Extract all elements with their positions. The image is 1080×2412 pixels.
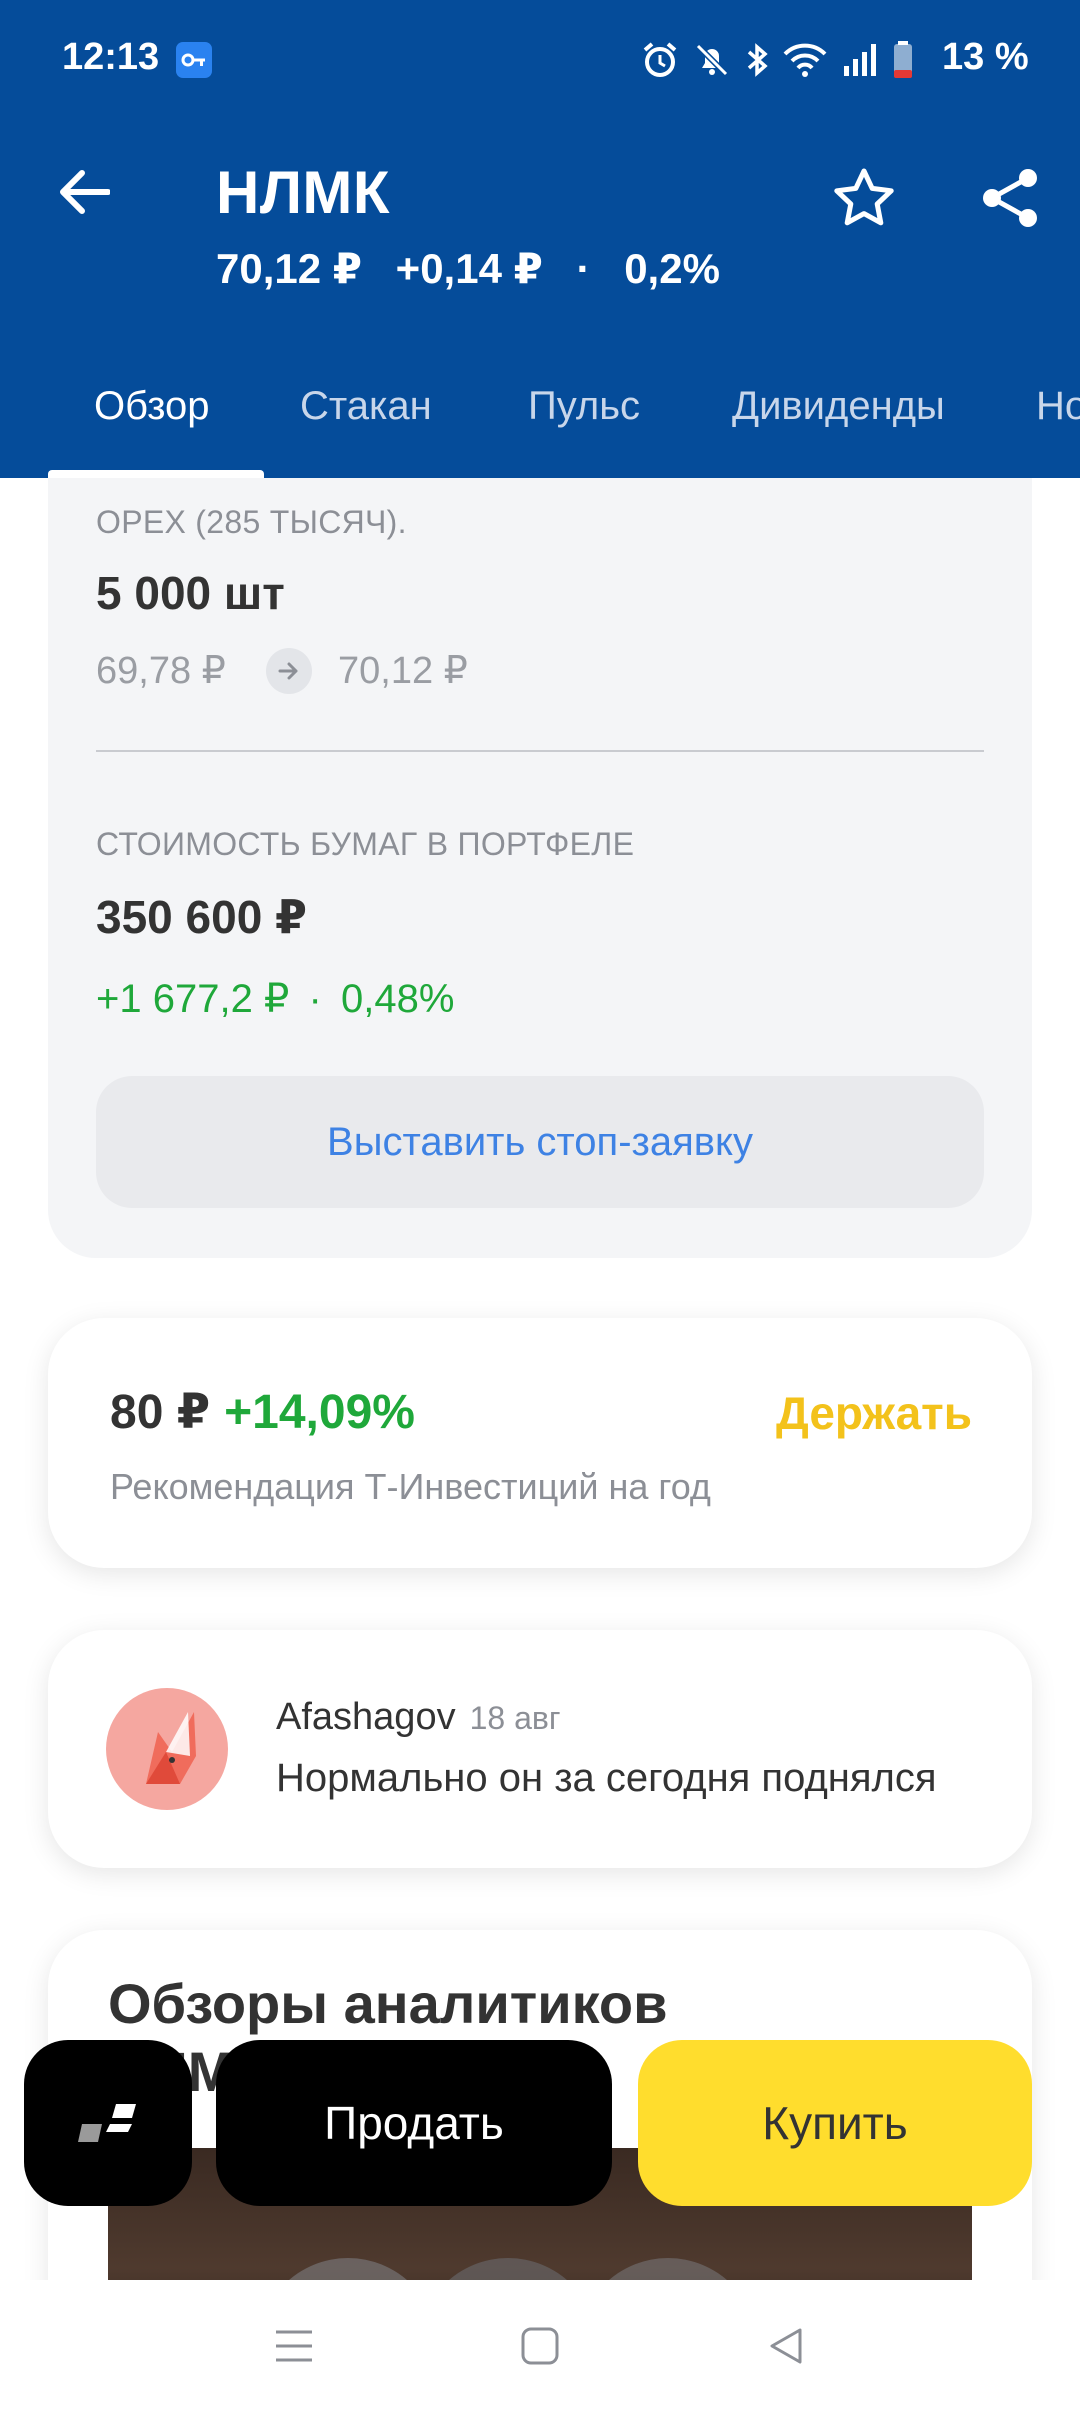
target-price: 80 ₽ xyxy=(110,1386,211,1439)
price-change-pct: 0,2% xyxy=(624,245,720,292)
tab-dividends[interactable]: Дивиденды xyxy=(732,384,945,429)
target-upside: +14,09% xyxy=(224,1386,415,1439)
post-author[interactable]: Afashagov xyxy=(276,1696,456,1738)
sell-button[interactable]: Продать xyxy=(216,2040,612,2206)
tab-order-book[interactable]: Стакан xyxy=(300,384,432,429)
system-nav-bar xyxy=(0,2280,1080,2412)
square-icon xyxy=(521,2327,559,2365)
arrow-right-icon xyxy=(266,648,312,694)
tab-news[interactable]: Но xyxy=(1036,384,1080,429)
post-date: 18 авг xyxy=(469,1700,561,1736)
app-header: 12:13 13 % НЛМК 70,12 ₽ +0,14 ₽ · 0,2% О… xyxy=(0,0,1080,478)
nav-back-button[interactable] xyxy=(750,2310,822,2382)
tiles-icon xyxy=(78,2104,136,2142)
post-text: Нормально он за сегодня поднялся xyxy=(276,1756,937,1800)
price-change-abs: +0,14 ₽ xyxy=(395,245,543,292)
stop-order-button[interactable]: Выставить стоп-заявку xyxy=(96,1076,984,1208)
recommendation-card[interactable]: 80 ₽ +14,09% Держать Рекомендация Т-Инвес… xyxy=(48,1318,1032,1568)
portfolio-value-caption: СТОИМОСТЬ БУМАГ В ПОРТФЕЛЕ xyxy=(96,826,635,862)
menu-lines-icon xyxy=(276,2330,312,2362)
active-tab-indicator xyxy=(48,470,264,478)
share-button[interactable] xyxy=(972,160,1048,236)
recent-apps-button[interactable] xyxy=(258,2310,330,2382)
gain-abs: +1 677,2 ₽ xyxy=(96,977,290,1021)
portfolio-value: 350 600 ₽ xyxy=(96,891,308,943)
target-price-row: 80 ₽ +14,09% xyxy=(110,1384,415,1440)
wifi-icon xyxy=(783,43,827,77)
tab-overview[interactable]: Обзор xyxy=(94,384,210,429)
fox-avatar-icon xyxy=(146,1712,196,1784)
status-icons xyxy=(640,38,914,82)
analysts-title-line1: Обзоры аналитиков xyxy=(108,1972,668,2035)
page-title: НЛМК xyxy=(216,159,391,226)
arrow-left-icon xyxy=(60,170,110,214)
bluetooth-icon xyxy=(747,43,768,77)
battery-icon xyxy=(894,41,912,78)
battery-percent: 13 % xyxy=(942,36,1029,78)
status-time: 12:13 xyxy=(62,36,160,78)
recommendation-subtitle: Рекомендация Т-Инвестиций на год xyxy=(110,1466,711,1507)
buy-button[interactable]: Купить xyxy=(638,2040,1032,2206)
widgets-button[interactable] xyxy=(24,2040,192,2206)
divider xyxy=(96,750,984,752)
main-content[interactable]: OPEX (285 ТЫСЯЧ). 5 000 шт 69,78 ₽ 70,12… xyxy=(0,478,1080,2280)
pulse-post-card[interactable]: Afashagov 18 авг Нормально он за сегодня … xyxy=(48,1630,1032,1868)
position-quantity: 5 000 шт xyxy=(96,567,285,619)
average-price: 69,78 ₽ xyxy=(96,650,226,692)
portfolio-gain: +1 677,2 ₽ · 0,48% xyxy=(96,976,454,1022)
recommendation-verdict: Держать xyxy=(776,1387,972,1439)
post-author-row: Afashagov 18 авг xyxy=(276,1696,561,1739)
price-summary: 70,12 ₽ +0,14 ₽ · 0,2% xyxy=(216,244,742,293)
gain-pct: 0,48% xyxy=(340,977,455,1021)
triangle-back-icon xyxy=(770,2328,802,2364)
market-price: 70,12 ₽ xyxy=(338,650,468,692)
vpn-key-icon xyxy=(176,42,212,78)
current-price: 70,12 ₽ xyxy=(216,245,362,292)
alarm-icon xyxy=(643,42,677,77)
star-icon xyxy=(834,168,894,226)
avatar[interactable] xyxy=(106,1688,228,1810)
gain-separator: · xyxy=(308,977,322,1021)
price-separator: · xyxy=(576,245,591,292)
share-icon xyxy=(983,169,1037,227)
position-card: OPEX (285 ТЫСЯЧ). 5 000 шт 69,78 ₽ 70,12… xyxy=(48,478,1032,1258)
home-button[interactable] xyxy=(504,2310,576,2382)
tab-pulse[interactable]: Пульс xyxy=(528,384,640,429)
favorite-button[interactable] xyxy=(826,160,902,236)
mute-bell-icon xyxy=(695,43,729,77)
tab-bar: Обзор Стакан Пульс Дивиденды Но xyxy=(0,370,1080,478)
back-button[interactable] xyxy=(52,160,116,224)
position-caption: OPEX (285 ТЫСЯЧ). xyxy=(96,504,407,540)
signal-icon xyxy=(844,44,876,76)
status-bar: 12:13 13 % xyxy=(0,0,1080,120)
